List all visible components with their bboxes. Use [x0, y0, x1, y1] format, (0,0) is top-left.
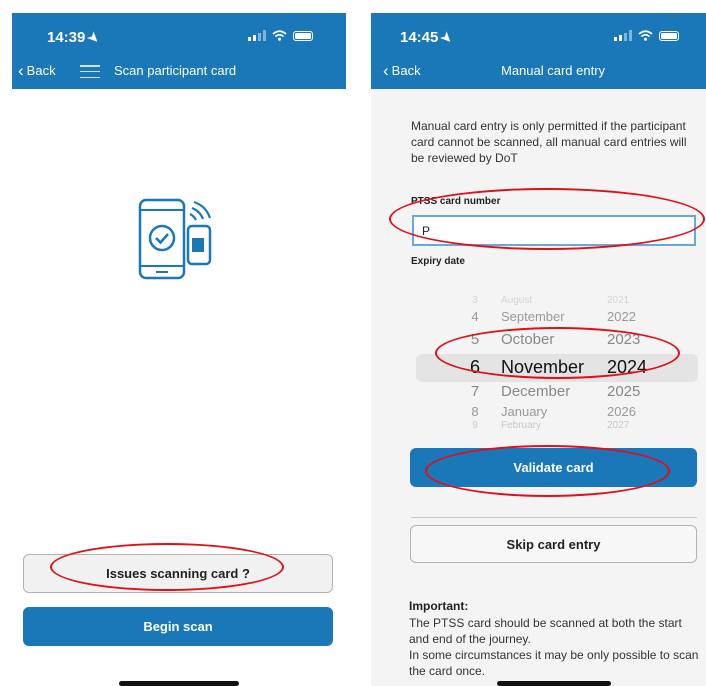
- back-button[interactable]: ‹ Back: [18, 61, 56, 80]
- page-title: Manual card entry: [501, 63, 606, 78]
- signal-icon: [248, 30, 266, 41]
- manual-card-entry-screen: 14:45➤ ‹ Back Manual card entry Manual c…: [371, 13, 706, 686]
- status-icons: [248, 30, 313, 41]
- important-text: The PTSS card should be scanned at both …: [409, 615, 701, 679]
- header-bar: 14:45➤ ‹ Back Manual card entry: [371, 13, 706, 89]
- nav-bar: ‹ Back Scan participant card: [12, 61, 346, 83]
- picker-month: December: [501, 383, 571, 400]
- picker-month: January: [501, 404, 548, 419]
- picker-year: 2025: [607, 383, 641, 400]
- picker-month: August: [501, 295, 533, 306]
- back-label: Back: [391, 63, 421, 78]
- picker-year: 2022: [607, 309, 636, 324]
- chevron-left-icon: ‹: [18, 61, 24, 80]
- picker-day: 8: [471, 404, 479, 419]
- picker-month: November: [501, 357, 585, 377]
- home-indicator: [119, 681, 239, 686]
- picker-row[interactable]: 5 October 2023: [413, 331, 703, 351]
- hamburger-menu-icon[interactable]: [80, 65, 100, 78]
- picker-day: 7: [470, 383, 480, 400]
- skip-card-entry-button[interactable]: Skip card entry: [410, 525, 697, 563]
- home-indicator: [497, 681, 611, 686]
- location-arrow-icon: ➤: [438, 28, 457, 47]
- picker-row-selected[interactable]: 6 November 2024: [413, 357, 703, 377]
- wifi-icon: [272, 30, 287, 41]
- time-text: 14:39: [47, 29, 86, 46]
- time-text: 14:45: [400, 29, 439, 46]
- expiry-date-label: Expiry date: [411, 256, 465, 267]
- battery-icon: [659, 30, 679, 41]
- page-title: Scan participant card: [114, 63, 237, 78]
- picker-day: 5: [470, 331, 480, 348]
- status-icons: [614, 30, 679, 41]
- location-arrow-icon: ➤: [85, 28, 104, 47]
- chevron-left-icon: ‹: [383, 61, 389, 80]
- intro-text: Manual card entry is only permitted if t…: [411, 119, 687, 165]
- issues-scanning-label: Issues scanning card ?: [106, 566, 250, 581]
- picker-row[interactable]: 9 February 2027: [413, 420, 703, 440]
- header-bar: 14:39➤ ‹ Back Scan participant card: [12, 13, 346, 89]
- status-time: 14:45➤: [400, 28, 456, 46]
- nav-bar: ‹ Back Manual card entry: [371, 61, 706, 83]
- issues-scanning-card-button[interactable]: Issues scanning card ?: [23, 554, 333, 593]
- status-time: 14:39➤: [47, 28, 103, 46]
- begin-scan-button[interactable]: Begin scan: [23, 607, 333, 646]
- begin-scan-label: Begin scan: [143, 619, 213, 634]
- picker-year: 2026: [607, 404, 636, 419]
- divider: [411, 517, 697, 518]
- battery-icon: [293, 30, 313, 41]
- picker-year: 2023: [607, 331, 641, 348]
- picker-day: 6: [469, 357, 480, 377]
- expiry-date-picker[interactable]: 3 August 2021 4 September 2022 5 October…: [413, 293, 703, 431]
- picker-month: September: [501, 309, 565, 324]
- picker-day: 4: [471, 309, 479, 324]
- picker-year: 2021: [607, 295, 630, 306]
- validate-card-label: Validate card: [513, 460, 594, 475]
- card-scan-illustration-icon: [138, 198, 212, 280]
- validate-card-button[interactable]: Validate card: [410, 448, 697, 487]
- back-label: Back: [26, 63, 56, 78]
- picker-day: 3: [472, 295, 478, 306]
- important-heading: Important:: [409, 599, 469, 613]
- picker-row[interactable]: 4 September 2022: [413, 309, 703, 329]
- card-number-label: PTSS card number: [411, 196, 501, 207]
- signal-icon: [614, 30, 632, 41]
- important-text-line-1: The PTSS card should be scanned at both …: [409, 616, 682, 646]
- picker-month: February: [501, 420, 542, 431]
- skip-card-entry-label: Skip card entry: [506, 536, 601, 552]
- picker-month: October: [501, 331, 555, 348]
- picker-year: 2027: [607, 420, 630, 431]
- picker-year: 2024: [607, 357, 648, 377]
- wifi-icon: [638, 30, 653, 41]
- important-text-line-2: In some circumstances it may be only pos…: [409, 648, 699, 678]
- picker-day: 9: [472, 420, 478, 431]
- scan-participant-screen: 14:39➤ ‹ Back Scan participant card Issu…: [12, 13, 346, 686]
- picker-row[interactable]: 7 December 2025: [413, 383, 703, 403]
- back-button[interactable]: ‹ Back: [383, 61, 421, 80]
- card-number-input[interactable]: [412, 215, 696, 246]
